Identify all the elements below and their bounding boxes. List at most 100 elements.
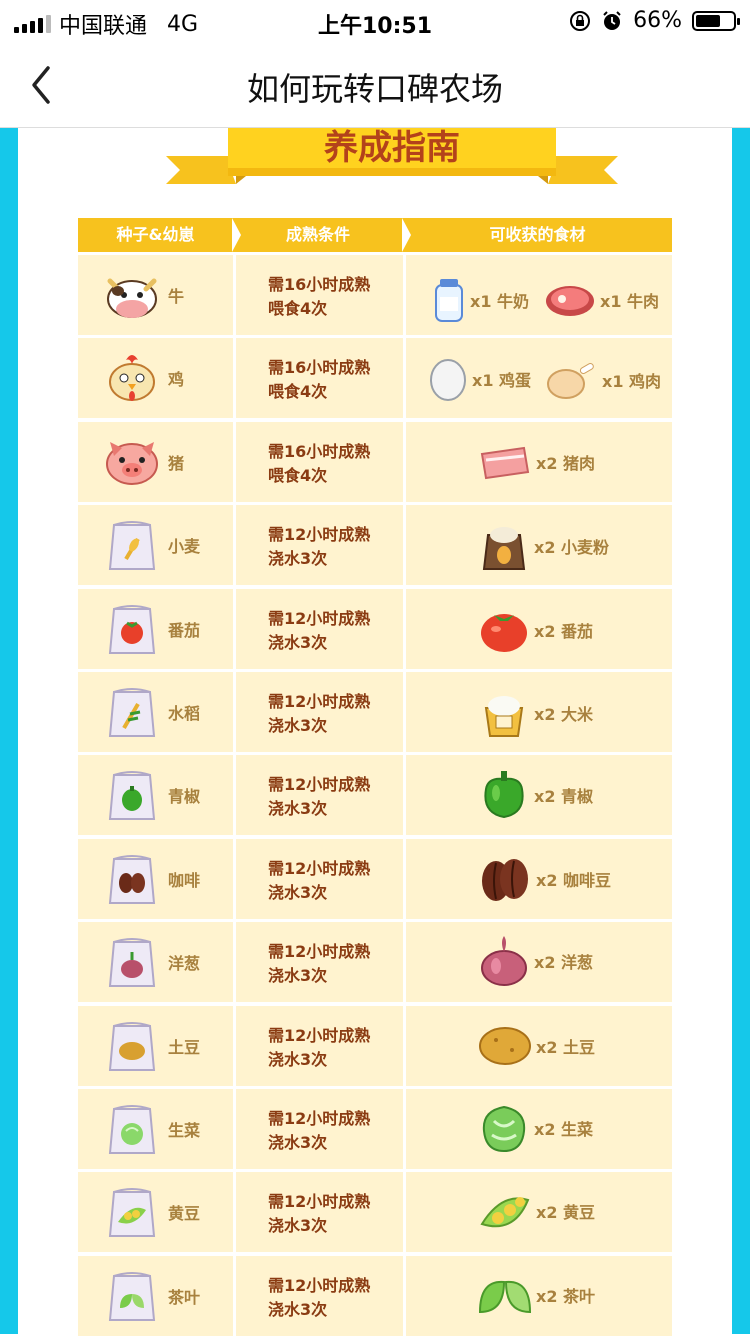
- seed-name: 咖啡: [168, 870, 201, 890]
- table-row: 土豆 需12小时成熟 浇水3次 x2 土豆: [78, 1002, 672, 1086]
- harvest-item: x2 土豆: [478, 1024, 595, 1068]
- condition-action: 浇水3次: [268, 632, 328, 652]
- seed-name: 鸡: [168, 370, 185, 390]
- onion-seed-bag-icon: [108, 938, 156, 988]
- harvest-item: x1 鸡肉: [546, 358, 661, 402]
- status-bar: 中国联通 4G 上午10:51 66%: [0, 0, 750, 42]
- seed-name: 生菜: [168, 1120, 201, 1140]
- soybean-icon: [480, 1197, 530, 1228]
- condition-time: 需12小时成熟: [268, 1275, 371, 1295]
- harvest-item: x2 大米: [478, 688, 593, 738]
- lettuce-icon: [482, 1105, 526, 1152]
- header-condition: 成熟条件: [233, 218, 411, 252]
- condition-time: 需12小时成熟: [268, 691, 371, 711]
- pork-icon: [480, 446, 530, 479]
- seed-name: 土豆: [168, 1037, 201, 1057]
- harvest-item: x2 生菜: [478, 1101, 593, 1155]
- guide-table: 种子&幼崽 成熟条件 可收获的食材 牛 需16小时成熟 喂食4次 x1 牛奶 x1…: [78, 218, 672, 1336]
- nav-bar: 如何玩转口碑农场: [0, 42, 750, 128]
- cow-icon: [107, 278, 157, 318]
- chicken-leg-icon: [547, 363, 594, 400]
- header-harvest: 可收获的食材: [489, 225, 586, 244]
- harvest-item: x2 茶叶: [478, 1272, 595, 1318]
- condition-time: 需12小时成熟: [268, 525, 371, 545]
- table-row: 黄豆 需12小时成熟 浇水3次 x2 黄豆: [78, 1169, 672, 1253]
- chicken-icon: [109, 355, 155, 402]
- condition-time: 需16小时成熟: [268, 275, 371, 294]
- coffee-bean-icon: [482, 858, 528, 901]
- wheat-seed-bag-icon: [108, 521, 156, 571]
- table-header: 种子&幼崽 成熟条件 可收获的食材: [78, 218, 672, 252]
- seed-name: 猪: [168, 453, 185, 473]
- table-row: 水稻 需12小时成熟 浇水3次 x2 大米: [78, 668, 672, 752]
- coffee-seed-bag-icon: [108, 854, 156, 904]
- condition-time: 需12小时成熟: [268, 608, 371, 628]
- condition-action: 浇水3次: [268, 549, 328, 569]
- battery-icon: [692, 10, 740, 31]
- potato-icon: [479, 1026, 531, 1065]
- condition-time: 需16小时成熟: [268, 441, 371, 461]
- condition-action: 浇水3次: [268, 1216, 328, 1236]
- tea-leaf-icon: [478, 1280, 532, 1313]
- condition-action: 浇水3次: [268, 882, 328, 902]
- table-row: 番茄 需12小时成熟 浇水3次 x2 番茄: [78, 585, 672, 669]
- seed-name: 洋葱: [168, 954, 201, 974]
- soybean-seed-bag-icon: [108, 1188, 156, 1238]
- pepper-seed-bag-icon: [108, 771, 156, 821]
- rice-icon: [484, 695, 524, 737]
- harvest-item: x1 牛奶: [432, 277, 529, 323]
- seed-name: 青椒: [168, 787, 201, 807]
- table-row: 茶叶 需12小时成熟 浇水3次 x2 茶叶: [78, 1252, 672, 1336]
- alarm-icon: [603, 10, 621, 30]
- header-seed: 种子&幼崽: [78, 218, 241, 252]
- seed-name: 小麦: [168, 537, 201, 557]
- condition-time: 需12小时成熟: [268, 1025, 371, 1045]
- guide-title: 养成指南: [324, 128, 460, 168]
- harvest-item: x2 洋葱: [478, 934, 593, 988]
- harvest-item: x2 青椒: [478, 769, 593, 821]
- milk-icon: [435, 279, 463, 322]
- seed-name: 牛: [168, 287, 185, 306]
- condition-action: 喂食4次: [268, 299, 328, 318]
- harvest-item: x2 猪肉: [478, 442, 595, 482]
- condition-action: 喂食4次: [268, 382, 328, 402]
- condition-time: 需12小时成熟: [268, 1108, 371, 1128]
- harvest-item: x1 鸡蛋: [428, 356, 531, 402]
- status-right: 66%: [569, 8, 740, 33]
- beef-icon: [546, 286, 594, 316]
- table-row: 小麦 需12小时成熟 浇水3次 x2 小麦粉: [78, 502, 672, 586]
- seed-name: 黄豆: [168, 1204, 201, 1224]
- harvest-item: x2 黄豆: [478, 1186, 595, 1236]
- condition-time: 需12小时成熟: [268, 858, 371, 878]
- rotation-lock-icon: [570, 10, 591, 31]
- condition-time: 需16小时成熟: [268, 358, 371, 378]
- green-pepper-icon: [484, 771, 524, 819]
- harvest-item: x2 番茄: [478, 605, 593, 655]
- seed-name: 茶叶: [168, 1287, 201, 1307]
- table-row: 生菜 需12小时成熟 浇水3次 x2 生菜: [78, 1085, 672, 1169]
- condition-action: 浇水3次: [268, 1132, 328, 1152]
- rice-seed-bag-icon: [108, 687, 156, 737]
- pig-icon: [106, 441, 158, 485]
- condition-time: 需12小时成熟: [268, 942, 371, 962]
- condition-time: 需12小时成熟: [268, 1192, 371, 1212]
- battery-label: 66%: [633, 8, 682, 33]
- condition-action: 浇水3次: [268, 966, 328, 986]
- seed-name: 水稻: [168, 703, 201, 723]
- table-row: 咖啡 需12小时成熟 浇水3次 x2 咖啡豆: [78, 835, 672, 919]
- condition-action: 浇水3次: [268, 715, 328, 735]
- tomato-seed-bag-icon: [108, 604, 156, 654]
- condition-time: 需12小时成熟: [268, 775, 371, 795]
- table-row: 牛 需16小时成熟 喂食4次 x1 牛奶 x1 牛肉: [78, 252, 672, 335]
- table-row: 猪 需16小时成熟 喂食4次 x2 猪肉: [78, 418, 672, 502]
- tomato-icon: [481, 613, 527, 652]
- seed-name: 番茄: [168, 620, 201, 640]
- table-row: 青椒 需12小时成熟 浇水3次 x2 青椒: [78, 752, 672, 836]
- table-row: 鸡 需16小时成熟 喂食4次 x1 鸡蛋 x1 鸡肉: [78, 335, 672, 419]
- page-title: 如何玩转口碑农场: [246, 70, 503, 108]
- potato-seed-bag-icon: [108, 1021, 156, 1071]
- lettuce-seed-bag-icon: [108, 1104, 156, 1154]
- onion-icon: [481, 936, 527, 987]
- table-row: 洋葱 需12小时成熟 浇水3次 x2 洋葱: [78, 919, 672, 1003]
- tea-seed-bag-icon: [108, 1271, 156, 1321]
